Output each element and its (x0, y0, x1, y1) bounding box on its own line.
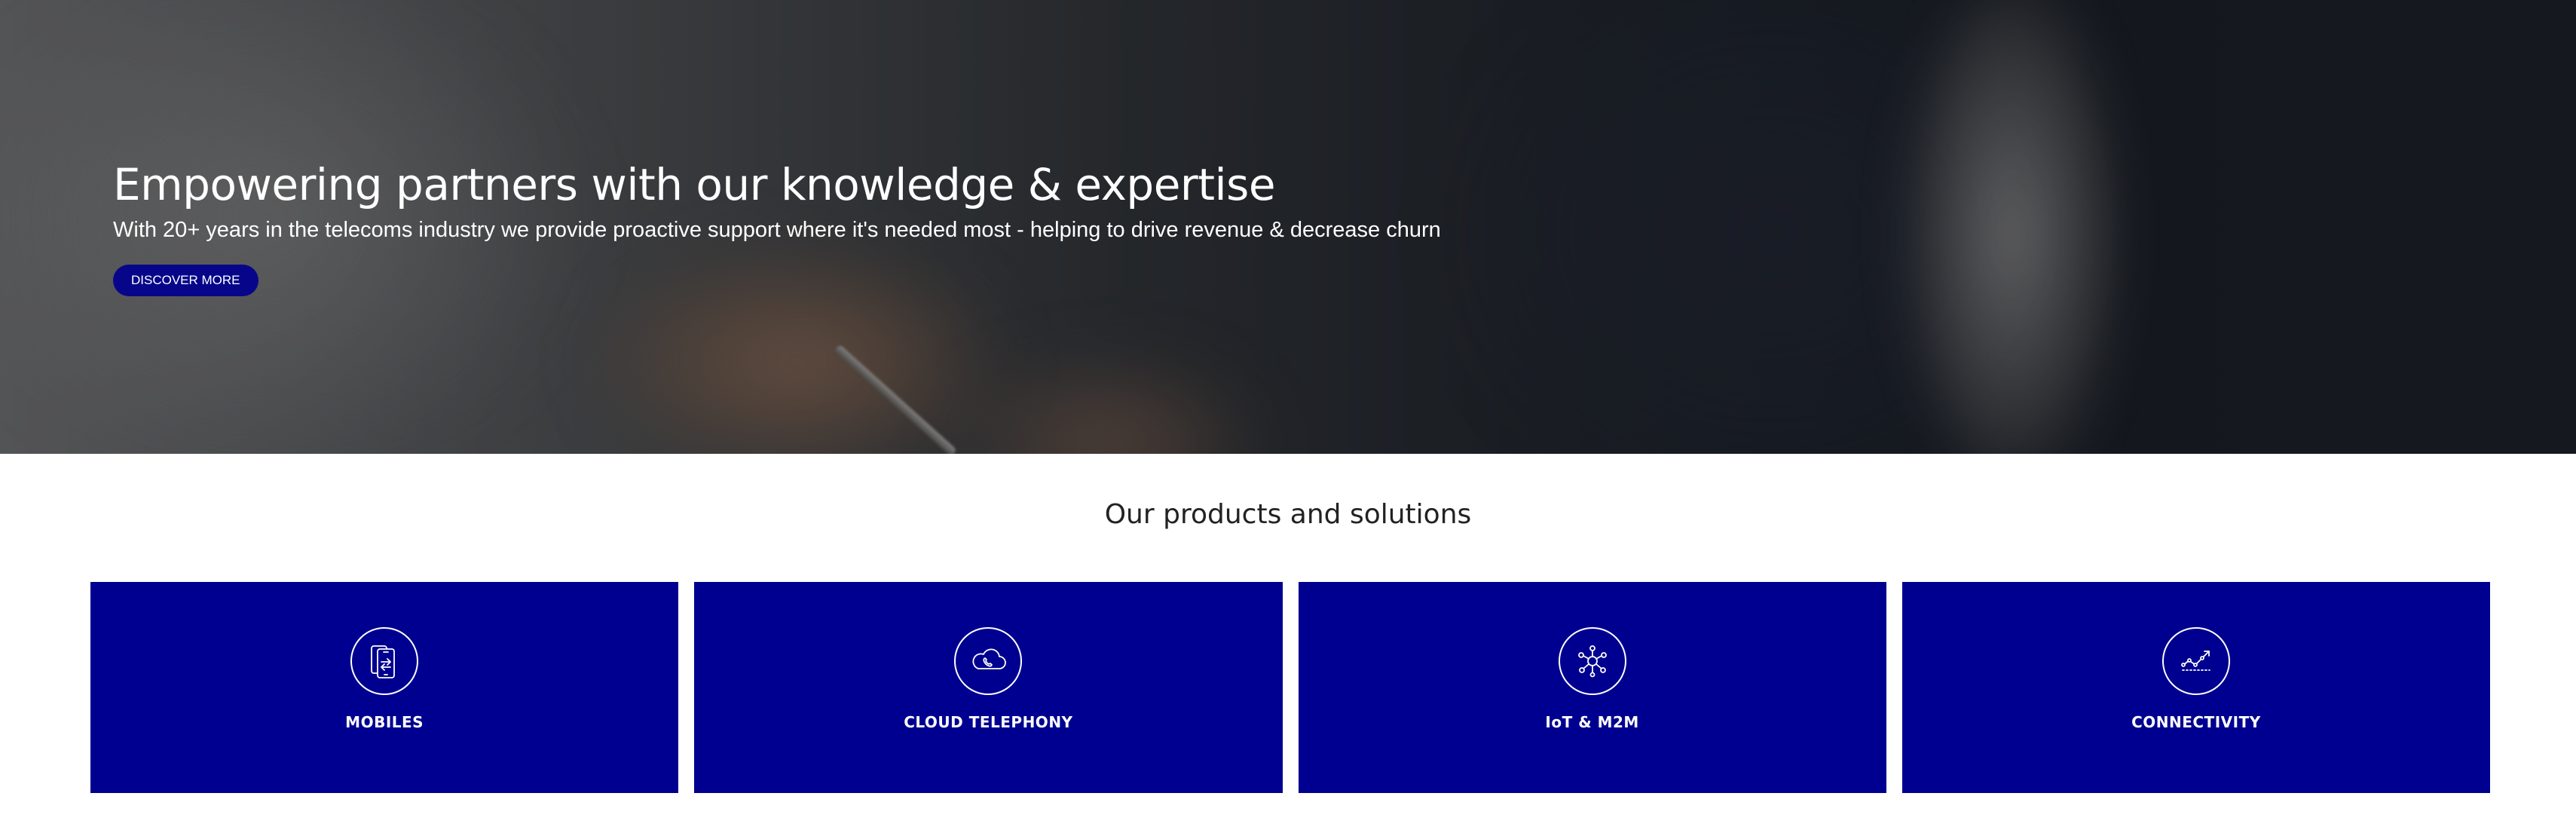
products-grid: MOBILES CLOUD TELEPHONY IoT & M2M CONNEC… (90, 582, 2490, 793)
network-hub-icon (1558, 627, 1626, 695)
product-card-mobiles[interactable]: MOBILES (90, 582, 679, 793)
discover-more-button[interactable]: DISCOVER MORE (113, 265, 259, 296)
mobile-transfer-icon (350, 627, 419, 695)
product-card-iot-m2m[interactable]: IoT & M2M (1298, 582, 1886, 793)
product-label-iot-m2m: IoT & M2M (1545, 713, 1639, 731)
hero-title: Empowering partners with our knowledge &… (113, 159, 1276, 210)
hero-subtitle: With 20+ years in the telecoms industry … (113, 218, 1441, 242)
product-card-connectivity[interactable]: CONNECTIVITY (1901, 582, 2490, 793)
hero-banner: Empowering partners with our knowledge &… (0, 0, 2576, 454)
product-label-cloud-telephony: CLOUD TELEPHONY (904, 713, 1073, 731)
product-card-cloud-telephony[interactable]: CLOUD TELEPHONY (694, 582, 1283, 793)
product-label-mobiles: MOBILES (345, 713, 424, 731)
products-heading: Our products and solutions (1104, 499, 1472, 530)
product-label-connectivity: CONNECTIVITY (2131, 713, 2261, 731)
cloud-phone-icon (954, 627, 1023, 695)
hero-content: Empowering partners with our knowledge &… (113, 155, 1545, 296)
connectivity-graph-icon (2161, 627, 2230, 695)
